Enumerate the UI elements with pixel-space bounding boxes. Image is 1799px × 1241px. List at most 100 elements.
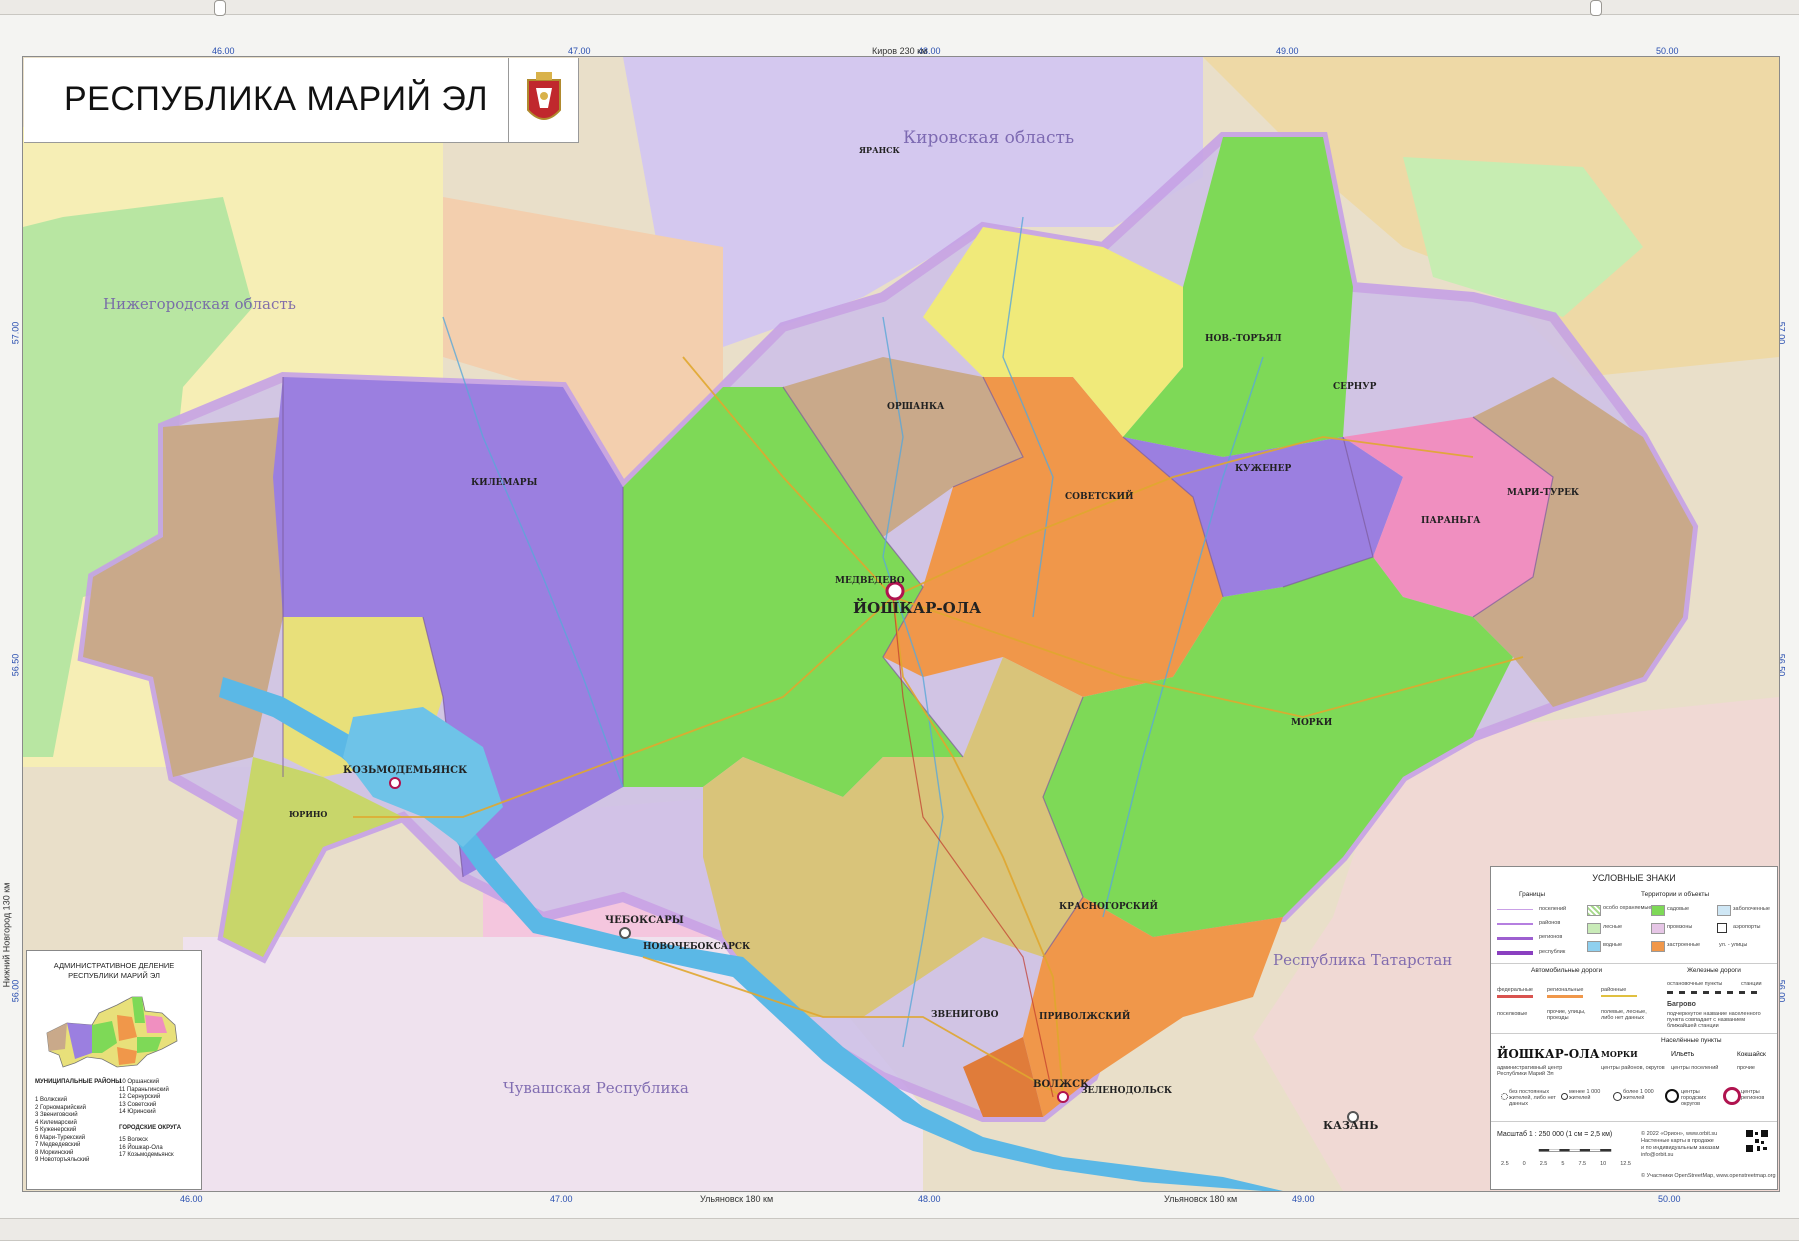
emblem-container <box>508 58 579 142</box>
road-district-line <box>1601 995 1637 997</box>
swatch-forest <box>1587 923 1601 934</box>
city-label-zelenodolsk[interactable]: ЗЕЛЕНОДОЛЬСК <box>1081 1086 1173 1096</box>
road-regional-line <box>1547 995 1583 998</box>
legend-item: промзоны <box>1667 924 1693 930</box>
coord-top: 49.00 <box>1276 46 1299 56</box>
coord-bottom: 50.00 <box>1658 1194 1681 1204</box>
legend-item: особо охраняемые <box>1603 905 1652 911</box>
copyright-text: © 2022 «Орион», www.orbit.su Настенные к… <box>1641 1131 1720 1158</box>
city-marker-icon[interactable] <box>619 927 631 939</box>
swatch-built <box>1651 941 1665 952</box>
coord-bottom: 46.00 <box>180 1194 203 1204</box>
scale-tick: 12.5 <box>1620 1161 1631 1167</box>
legend-item: Багрово <box>1667 1001 1696 1008</box>
city-label-kilemary[interactable]: КИЛЕМАРЫ <box>471 478 538 488</box>
city-label-mari-turek[interactable]: МАРИ-ТУРЕК <box>1507 488 1580 498</box>
legend-item: административный центр Республики Марий … <box>1497 1065 1563 1077</box>
inset-urban-list: 15 Волжск 16 Йошкар-Ола 17 Козьмодемьянс… <box>119 1137 174 1160</box>
city-label-capital[interactable]: ЙОШКАР-ОЛА <box>853 598 982 617</box>
swatch-water <box>1587 941 1601 952</box>
legend-territories-heading: Территории и объекты <box>1641 891 1710 898</box>
distance-note-top: Киров 230 км <box>872 46 928 56</box>
legend-item: прочие <box>1737 1065 1755 1071</box>
legend-village-sample: Ильеть <box>1671 1051 1695 1058</box>
legend-panel: УСЛОВНЫЕ ЗНАКИ Границы поселений районов… <box>1490 866 1778 1190</box>
legend-item: ул. - улицы <box>1719 942 1748 948</box>
legend-divider <box>1491 1033 1777 1034</box>
legend-item: водные <box>1603 942 1623 948</box>
scale-tick: 0 <box>1522 1161 1526 1167</box>
legend-item: без постоянных жителей, либо нет данных <box>1509 1089 1556 1107</box>
republic-emblem-icon <box>527 72 561 120</box>
city-label-novy-torial[interactable]: НОВ.-ТОРЪЯЛ <box>1205 334 1282 344</box>
list-item: 7 Медведевский <box>35 1142 81 1148</box>
region-label-kirov: Кировская область <box>903 128 1074 148</box>
list-item: 1 Волжский <box>35 1097 68 1103</box>
list-item: 2 Горномарийский <box>35 1104 87 1111</box>
city-marker-icon[interactable] <box>1057 1091 1069 1103</box>
legend-item: застроенные <box>1667 942 1701 948</box>
city-label-cheboksary[interactable]: ЧЕБОКСАРЫ <box>605 915 684 926</box>
legend-settlements-heading: Населённые пункты <box>1661 1037 1722 1044</box>
legend-district-sample: МОРКИ <box>1601 1049 1638 1059</box>
swatch-protected <box>1587 905 1601 916</box>
city-label-yurino[interactable]: ЮРИНО <box>289 809 327 819</box>
scale-ticks: 2.5 0 2.5 5 7.5 10 12.5 <box>1501 1161 1631 1167</box>
coord-top: 50.00 <box>1656 46 1679 56</box>
legend-item: садовые <box>1667 906 1690 912</box>
settlement-small-icon <box>1561 1093 1568 1100</box>
city-label-morki[interactable]: МОРКИ <box>1291 718 1333 728</box>
legend-item: заболоченные <box>1733 906 1770 912</box>
city-label-paranga[interactable]: ПАРАНЬГА <box>1421 516 1481 526</box>
city-label-kozmodemyansk[interactable]: КОЗЬМОДЕМЬЯНСК <box>343 765 467 776</box>
scale-tick: 7.5 <box>1578 1161 1587 1167</box>
scale-tick: 10 <box>1600 1161 1607 1167</box>
legend-other-sample: Кокшайск <box>1737 1051 1766 1058</box>
legend-item: прочие, улицы, проезды <box>1547 1009 1586 1021</box>
airport-icon <box>1717 923 1727 933</box>
border-line-district <box>1497 923 1533 925</box>
regional-center-icon <box>1723 1087 1741 1105</box>
inset-mini-map <box>46 996 178 1068</box>
list-item: 14 Юринский <box>119 1109 156 1115</box>
hanging-hook-icon <box>1590 0 1602 16</box>
list-item: 16 Йошкар-Ола <box>119 1144 163 1151</box>
city-label-kuzhener[interactable]: КУЖЕНЕР <box>1235 464 1292 474</box>
legend-item: федеральные <box>1497 987 1533 993</box>
city-label-medvedevo[interactable]: МЕДВЕДЕВО <box>835 576 905 586</box>
legend-item: регионов <box>1539 934 1563 940</box>
legend-divider <box>1491 1121 1777 1122</box>
region-label-chuvash: Чувашская Республика <box>503 1079 689 1097</box>
region-label-tatarstan: Республика Татарстан <box>1273 951 1452 969</box>
city-label-orshanka[interactable]: ОРШАНКА <box>887 402 945 412</box>
legend-item: центры городских округов <box>1681 1089 1707 1107</box>
legend-item: центры регионов <box>1741 1089 1765 1101</box>
bottom-hanging-rail <box>0 1218 1799 1241</box>
region-label-nizhny: Нижегородская область <box>103 295 296 313</box>
legend-item: центры районов, округов <box>1601 1065 1665 1071</box>
coord-bottom: 47.00 <box>550 1194 573 1204</box>
settlement-large-icon <box>1613 1092 1622 1101</box>
qr-code-icon[interactable] <box>1745 1129 1769 1153</box>
list-item: 5 Куженерский <box>35 1127 77 1133</box>
scale-bar <box>1538 1149 1612 1152</box>
city-label-novocheboksarsk[interactable]: НОВОЧЕБОКСАРСК <box>643 942 751 952</box>
city-label-kazan[interactable]: КАЗАНЬ <box>1323 1119 1378 1132</box>
list-item: 17 Козьмодемьянск <box>119 1152 174 1158</box>
legend-item: полевые, лесные, либо нет данных <box>1601 1009 1647 1021</box>
distance-note-bottom-left: Ульяновск 180 км <box>700 1194 774 1204</box>
legend-borders-heading: Границы <box>1519 891 1545 898</box>
city-label-yaransk[interactable]: ЯРАНСК <box>859 145 901 155</box>
swatch-swamp <box>1717 905 1731 916</box>
hanging-hook-icon <box>214 0 226 16</box>
scale-tick: 5 <box>1561 1161 1565 1167</box>
city-label-sernur[interactable]: СЕРНУР <box>1333 382 1377 392</box>
legend-item: станции <box>1741 981 1762 987</box>
coord-top: 47.00 <box>568 46 591 56</box>
city-marker-icon[interactable] <box>389 777 401 789</box>
list-item: 8 Моркинский <box>35 1149 74 1156</box>
swatch-industrial <box>1651 923 1665 934</box>
city-label-zvenigovo[interactable]: ЗВЕНИГОВО <box>931 1010 999 1020</box>
distance-note-left: Нижний Новгород 130 км <box>1 882 12 988</box>
map-poster: 46.00 47.00 48.00 49.00 50.00 Киров 230 … <box>0 0 1799 1241</box>
